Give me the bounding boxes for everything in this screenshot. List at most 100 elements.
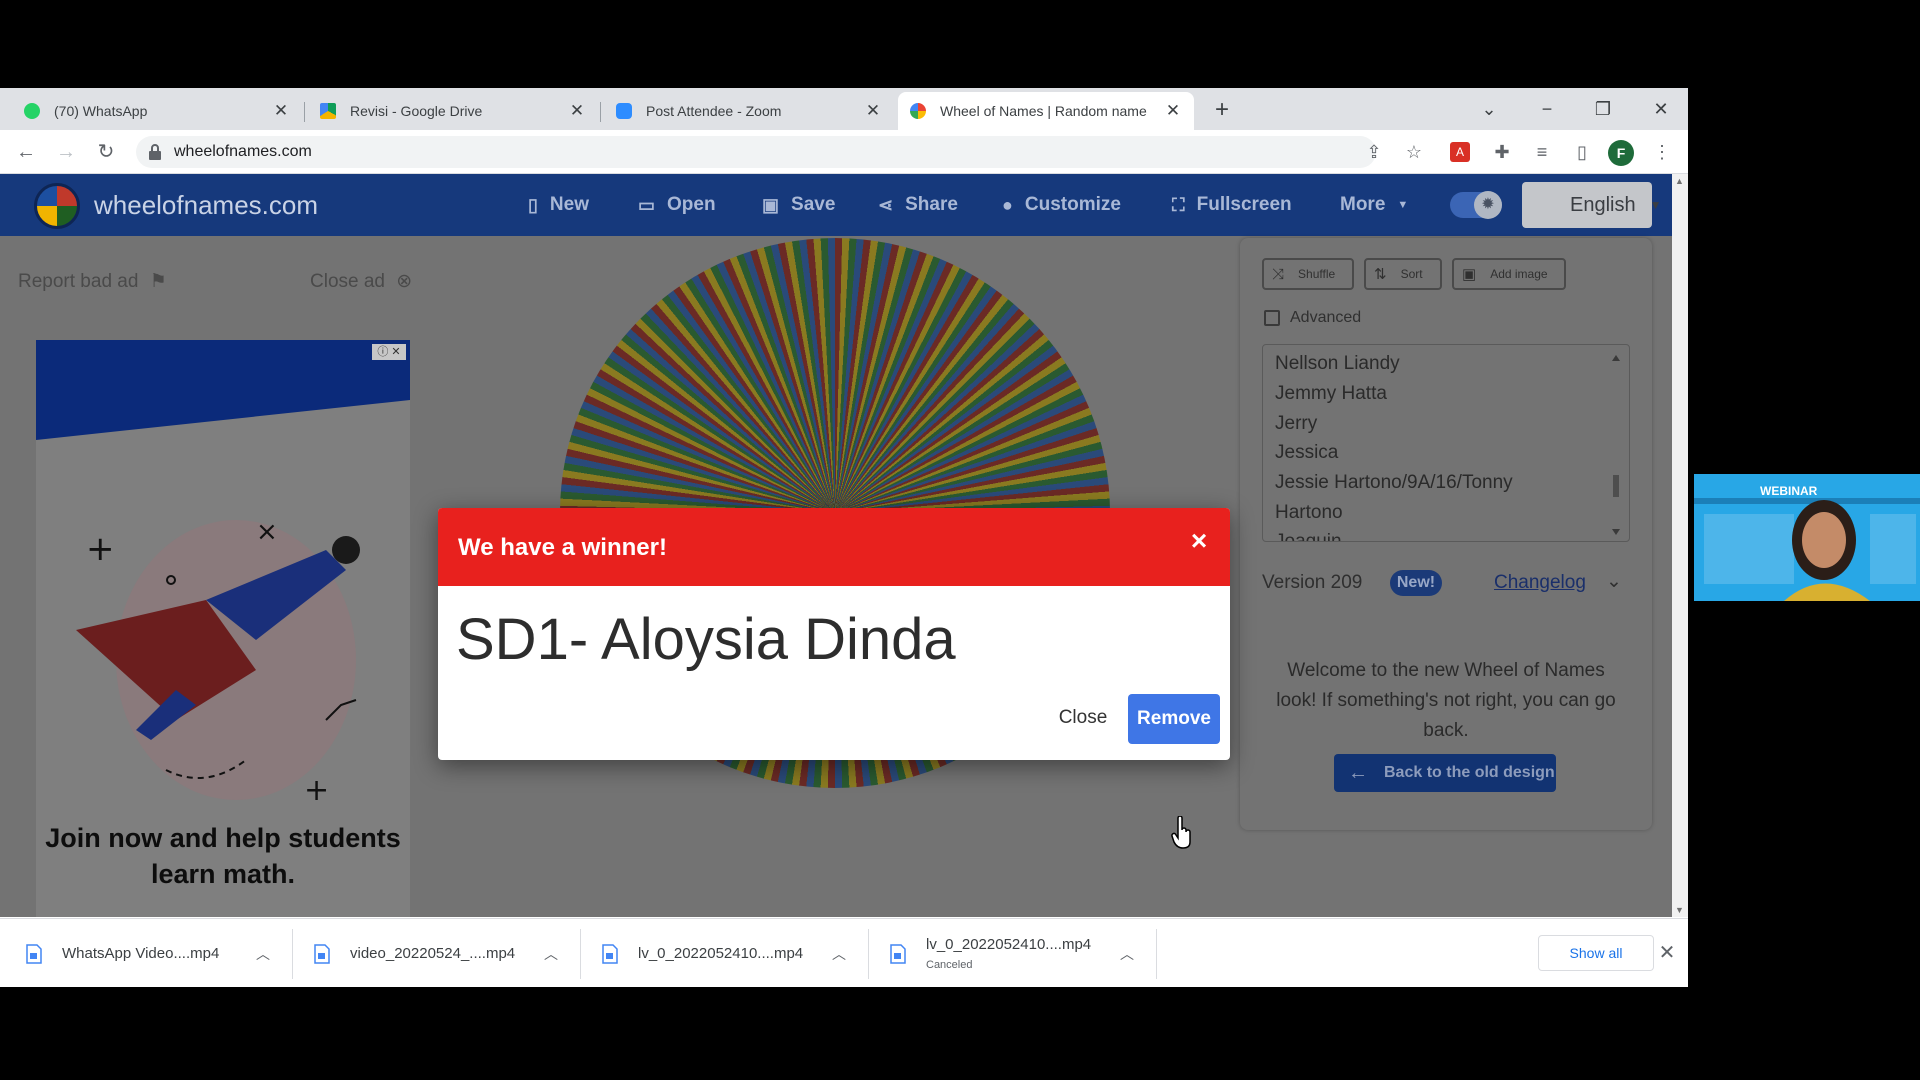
back-to-old-design-label: Back to the old design [1384, 764, 1555, 781]
arrow-left-icon: ← [1348, 761, 1368, 784]
back-to-old-design-button[interactable]: ← Back to the old design [1334, 754, 1556, 792]
changelog-link[interactable]: Changelog [1494, 572, 1586, 594]
gear-icon: ✹ [1474, 191, 1502, 219]
ad-choices-icon[interactable]: ⓘ ✕ [372, 344, 406, 360]
add-image-button[interactable]: ▣ Add image [1452, 258, 1566, 290]
tab-google-drive[interactable]: Revisi - Google Drive ✕ [308, 92, 598, 130]
video-file-icon [26, 943, 42, 964]
close-downloads-icon[interactable]: ✕ [1654, 939, 1680, 967]
share-page-icon[interactable]: ⇪ [1362, 140, 1386, 164]
names-textarea[interactable]: Nellson Liandy Jemmy Hatta Jerry Jessica… [1262, 344, 1630, 542]
close-tab-icon[interactable]: ✕ [272, 101, 290, 121]
shuffle-label: Shuffle [1298, 267, 1336, 281]
site-navbar: wheelofnames.com ▯ New ▭ Open ▣ Save ⋖ S… [0, 174, 1672, 236]
winner-dialog: We have a winner! × SD1- Aloysia Dinda C… [438, 508, 1230, 760]
svg-text:×: × [256, 517, 278, 547]
hand-pointer-cursor-icon [1171, 816, 1191, 849]
download-item[interactable]: video_20220524_....mp4 ︿ [314, 919, 558, 987]
flag-icon: ⚑ [149, 271, 167, 292]
caret-up-icon[interactable]: ︿ [1120, 944, 1134, 964]
shuffle-button[interactable]: ⤨ Shuffle [1262, 258, 1354, 290]
new-tab-button[interactable]: + [1208, 96, 1236, 124]
close-circle-icon: ⊗ [396, 271, 413, 292]
reload-icon[interactable]: ↻ [92, 138, 120, 166]
back-arrow-icon[interactable]: ← [12, 138, 40, 166]
minimize-icon[interactable]: − [1532, 94, 1562, 124]
more-menu-button[interactable]: More ▼ [1340, 192, 1408, 218]
browser-menu-icon[interactable]: ⋮ [1650, 140, 1674, 164]
welcome-message: Welcome to the new Wheel of Names look! … [1276, 660, 1616, 741]
scroll-down-icon[interactable]: ▼ [1675, 905, 1684, 915]
download-item[interactable]: WhatsApp Video....mp4 ︿ [26, 919, 270, 987]
advanced-checkbox[interactable] [1264, 310, 1280, 326]
report-ad-link[interactable]: Report bad ad ⚑ [18, 270, 167, 293]
dark-mode-toggle[interactable]: ✹ [1450, 191, 1502, 219]
forward-arrow-icon[interactable]: → [52, 138, 80, 166]
version-text: Version 209 [1262, 572, 1363, 593]
presenter-video-image [1694, 498, 1920, 601]
customize-button[interactable]: ● Customize [1002, 192, 1121, 218]
tab-whatsapp[interactable]: (70) WhatsApp ✕ [12, 92, 302, 130]
sort-button[interactable]: ⇅ Sort [1364, 258, 1442, 290]
caret-up-icon[interactable]: ︿ [832, 944, 846, 964]
language-select[interactable]: English ▼ [1522, 182, 1662, 228]
tab-search-icon[interactable]: ⌄ [1474, 94, 1504, 124]
advertisement[interactable]: ⓘ ✕ + + + × Join now and help stude [36, 340, 410, 917]
close-tab-icon[interactable]: ✕ [864, 101, 882, 121]
download-separator [580, 929, 581, 979]
screen: (70) WhatsApp ✕ Revisi - Google Drive ✕ … [0, 0, 1920, 1080]
fullscreen-label: Fullscreen [1196, 194, 1292, 215]
page-scrollbar[interactable]: ▲ ▼ [1672, 174, 1688, 917]
report-ad-label: Report bad ad [18, 271, 139, 292]
close-tab-icon[interactable]: ✕ [1164, 101, 1182, 121]
caret-up-icon[interactable]: ︿ [544, 944, 558, 964]
url-text: wheelofnames.com [174, 143, 312, 160]
wheel-logo-icon[interactable] [34, 183, 80, 229]
tab-separator [600, 102, 601, 122]
tab-wheel-of-names[interactable]: Wheel of Names | Random name ✕ [898, 92, 1194, 130]
close-icon[interactable]: × [1184, 526, 1214, 556]
save-button[interactable]: ▣ Save [762, 192, 835, 218]
download-item[interactable]: lv_0_2022052410....mp4 ︿ [602, 919, 846, 987]
restore-icon[interactable]: ❐ [1588, 94, 1618, 124]
fullscreen-button[interactable]: ⛶ Fullscreen [1172, 192, 1292, 218]
close-tab-icon[interactable]: ✕ [568, 101, 586, 121]
chevron-down-icon[interactable]: ⌄ [1606, 570, 1622, 593]
download-separator [292, 929, 293, 979]
profile-avatar[interactable]: F [1608, 140, 1634, 166]
sort-label: Sort [1400, 267, 1423, 281]
floppy-disk-icon: ▣ [762, 194, 780, 215]
scroll-up-icon[interactable]: ▲ [1675, 176, 1684, 186]
open-button[interactable]: ▭ Open [638, 192, 716, 218]
download-item[interactable]: lv_0_2022052410....mp4 Canceled ︿ [890, 919, 1134, 987]
tab-zoom[interactable]: Post Attendee - Zoom ✕ [604, 92, 894, 130]
new-badge: New! [1390, 570, 1442, 596]
extensions-puzzle-icon[interactable]: ✚ [1490, 140, 1514, 164]
names-scrollbar[interactable] [1611, 355, 1621, 535]
file-icon: ▯ [528, 194, 538, 215]
new-button[interactable]: ▯ New [528, 192, 589, 218]
folder-icon: ▭ [638, 194, 656, 215]
media-queue-icon[interactable]: ≡ [1530, 140, 1554, 164]
video-file-icon [314, 943, 330, 964]
site-name[interactable]: wheelofnames.com [94, 190, 318, 221]
close-button[interactable]: Close [1046, 698, 1120, 738]
close-ad-link[interactable]: Close ad ⊗ [310, 270, 412, 293]
bookmark-star-icon[interactable]: ☆ [1402, 140, 1426, 164]
download-filename: lv_0_2022052410....mp4 [926, 936, 1092, 953]
list-item: Jerry [1275, 413, 1318, 434]
webcam-video-overlay: WEBINAR [1694, 474, 1920, 601]
share-label: Share [905, 194, 958, 215]
show-all-downloads-button[interactable]: Show all [1538, 935, 1654, 971]
caret-up-icon[interactable]: ︿ [256, 944, 270, 964]
language-label: English [1570, 193, 1636, 216]
remove-button[interactable]: Remove [1128, 694, 1220, 744]
close-window-icon[interactable]: ✕ [1646, 94, 1676, 124]
add-image-label: Add image [1490, 267, 1548, 281]
new-label: New [549, 194, 589, 215]
share-button[interactable]: ⋖ Share [878, 192, 958, 218]
pdf-extension-icon[interactable]: A [1450, 142, 1470, 162]
address-bar[interactable]: wheelofnames.com [136, 136, 1376, 168]
side-panel-icon[interactable]: ▯ [1570, 140, 1594, 164]
winner-name: SD1- Aloysia Dinda [456, 607, 956, 672]
